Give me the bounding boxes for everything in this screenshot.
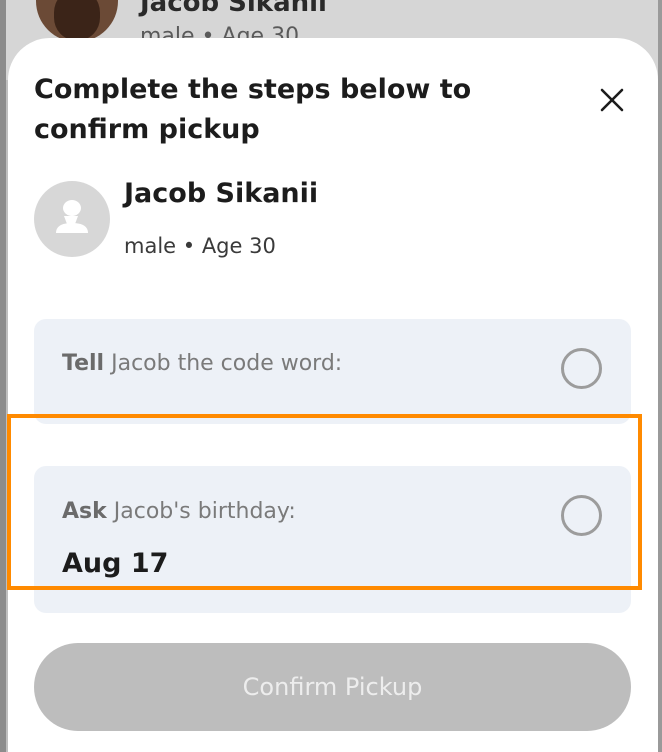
person-meta: male • Age 30 — [124, 234, 276, 258]
confirm-pickup-sheet: Complete the steps below to confirm pick… — [8, 38, 658, 752]
background-avatar-face — [54, 0, 100, 40]
user-placeholder-icon — [56, 200, 88, 233]
avatar — [34, 181, 110, 257]
person-name: Jacob Sikanii — [124, 178, 319, 209]
step-description: Jacob the code word: — [111, 351, 343, 376]
step-action: Tell — [62, 351, 105, 376]
sheet-title: Complete the steps below to confirm pick… — [34, 74, 472, 145]
step-code-word-text: Tell Jacob the code word: — [62, 351, 342, 376]
left-edge-shadow — [0, 0, 6, 752]
step-code-word[interactable]: Tell Jacob the code word: — [34, 319, 631, 424]
right-edge-shadow — [658, 0, 662, 752]
close-icon[interactable] — [596, 84, 628, 116]
background-avatar — [36, 0, 118, 42]
confirm-pickup-button[interactable]: Confirm Pickup — [34, 643, 631, 731]
step-code-word-radio[interactable] — [561, 348, 602, 389]
background-person-name: Jacob Sikanii — [140, 0, 327, 18]
highlight-box — [7, 414, 642, 590]
